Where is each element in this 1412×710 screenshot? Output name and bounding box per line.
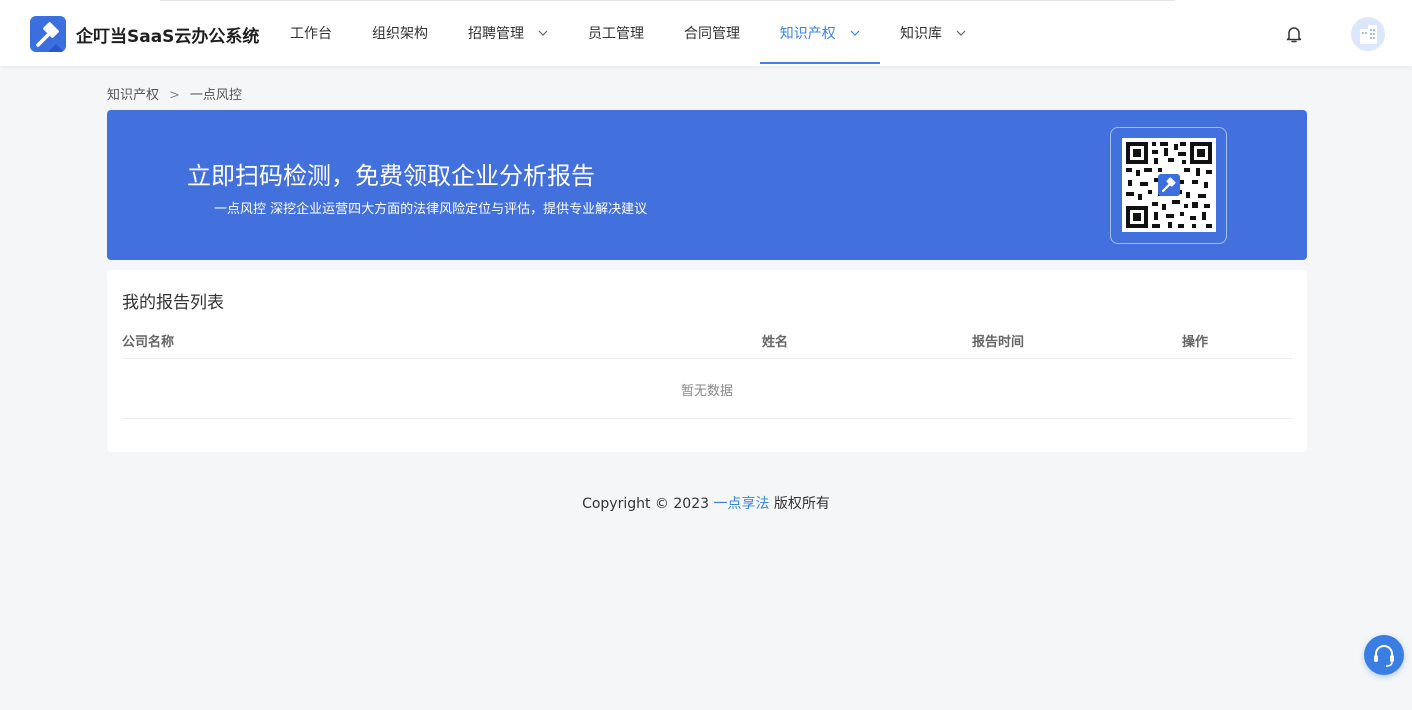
building-icon <box>1360 25 1377 44</box>
nav-item-knowledge-base[interactable]: 知识库 <box>900 0 966 66</box>
nav-item-ip[interactable]: 知识产权 <box>760 0 880 66</box>
nav-item-label: 工作台 <box>290 26 332 42</box>
chevron-down-icon <box>957 30 966 36</box>
nav-item-label: 合同管理 <box>684 26 740 42</box>
column-header-actions: 操作 <box>1182 335 1209 350</box>
column-header-name: 姓名 <box>762 335 789 350</box>
qr-code[interactable] <box>1122 138 1216 232</box>
nav-item-label: 知识产权 <box>779 26 836 42</box>
bell-icon[interactable] <box>1283 23 1305 45</box>
column-header-company: 公司名称 <box>122 335 175 350</box>
app-logo[interactable] <box>30 16 66 52</box>
top-navbar: 企叮当SaaS云办公系统 工作台 组织架构 招聘管理 员工管理 合同管理 知识产… <box>0 0 1412 66</box>
headset-icon <box>1374 645 1394 667</box>
chevron-down-icon <box>539 30 548 36</box>
breadcrumb-item-current: 一点风控 <box>189 88 242 103</box>
avatar[interactable] <box>1351 17 1385 51</box>
table-bottom-divider <box>122 418 1292 419</box>
footer: Copyright © 2023 一点享法 版权所有 <box>0 493 1412 513</box>
footer-brand-link[interactable]: 一点享法 <box>713 496 769 512</box>
chevron-down-icon <box>850 30 860 36</box>
report-list-card: 我的报告列表 公司名称 姓名 报告时间 操作 暂无数据 <box>107 270 1307 452</box>
qr-code-icon <box>1126 142 1212 228</box>
breadcrumb: 知识产权 > 一点风控 <box>107 84 242 103</box>
nav-item-label: 知识库 <box>900 26 942 42</box>
nav-item-contracts[interactable]: 合同管理 <box>684 0 740 66</box>
nav-item-organization[interactable]: 组织架构 <box>372 0 428 66</box>
nav-item-label: 组织架构 <box>372 26 428 42</box>
report-list-title: 我的报告列表 <box>122 293 224 313</box>
qr-code-frame <box>1110 127 1227 244</box>
empty-state-text: 暂无数据 <box>680 384 733 399</box>
nav-item-recruitment[interactable]: 招聘管理 <box>468 0 548 66</box>
banner-title: 立即扫码检测，免费领取企业分析报告 <box>187 162 595 190</box>
app-title: 企叮当SaaS云办公系统 <box>76 27 260 47</box>
breadcrumb-separator: > <box>169 88 180 103</box>
nav-item-workbench[interactable]: 工作台 <box>290 0 332 66</box>
nav-item-label: 招聘管理 <box>468 26 524 42</box>
gavel-icon <box>36 22 64 52</box>
promo-banner: 立即扫码检测，免费领取企业分析报告 一点风控 深挖企业运营四大方面的法律风险定位… <box>107 110 1307 260</box>
nav-item-employees[interactable]: 员工管理 <box>588 0 644 66</box>
breadcrumb-item-ip[interactable]: 知识产权 <box>107 88 159 103</box>
banner-subtitle: 一点风控 深挖企业运营四大方面的法律风险定位与评估，提供专业解决建议 <box>214 202 648 217</box>
copyright-prefix: Copyright © 2023 <box>582 496 714 512</box>
table-header-divider <box>122 358 1292 359</box>
nav-item-label: 员工管理 <box>588 26 644 42</box>
column-header-report-time: 报告时间 <box>972 335 1025 350</box>
copyright-suffix: 版权所有 <box>769 496 830 512</box>
customer-service-button[interactable] <box>1364 635 1404 675</box>
